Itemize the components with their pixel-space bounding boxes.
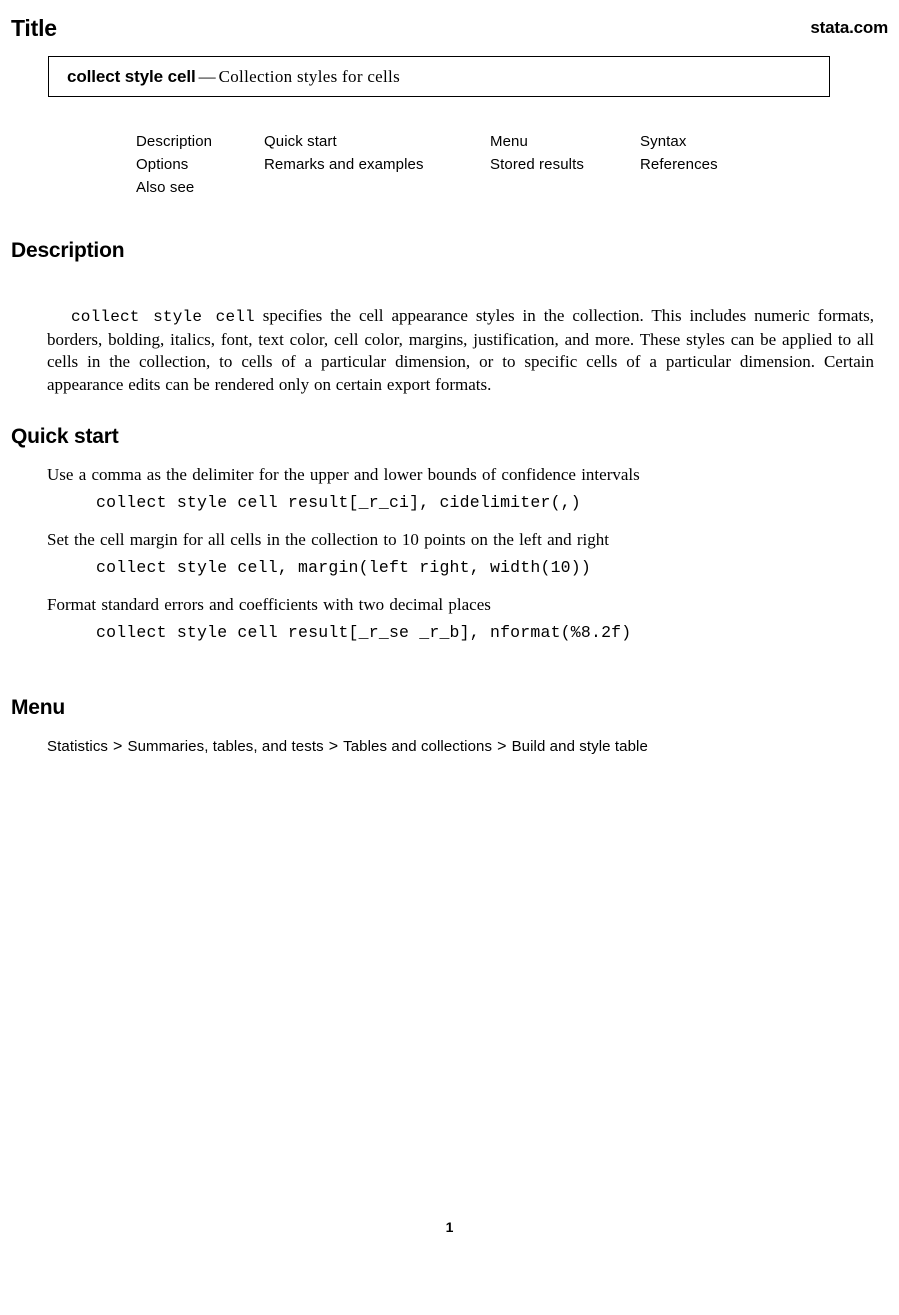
quick-start-item-text: Format standard errors and coefficients … xyxy=(47,595,491,614)
quick-start-item: Set the cell margin for all cells in the… xyxy=(47,529,874,579)
command-dash: — xyxy=(198,66,216,86)
menu-crumb-build-and-style-table[interactable]: Build and style table xyxy=(512,738,648,755)
section-links-column-2: Quick start Remarks and examples xyxy=(264,130,424,176)
link-options[interactable]: Options xyxy=(136,153,212,176)
page-title: Title xyxy=(11,15,57,41)
stata-com-link[interactable]: stata.com xyxy=(810,17,888,39)
description-inline-command: collect style cell xyxy=(71,308,255,326)
command-title-box: collect style cell — Collection styles for… xyxy=(48,56,830,97)
link-description[interactable]: Description xyxy=(136,130,212,153)
command-title-inner: collect style cell — Collection styles for… xyxy=(49,67,400,87)
link-stored-results[interactable]: Stored results xyxy=(490,153,584,176)
menu-crumb-statistics[interactable]: Statistics xyxy=(47,738,108,755)
link-references[interactable]: References xyxy=(640,153,718,176)
link-syntax[interactable]: Syntax xyxy=(640,130,718,153)
section-links-column-1: Description Options Also see xyxy=(136,130,212,199)
quick-start-item: Use a comma as the delimiter for the upp… xyxy=(47,464,874,514)
chevron-right-icon: > xyxy=(497,738,507,755)
quick-start-item-code: collect style cell result[_r_se _r_b], n… xyxy=(96,623,632,642)
menu-crumb-summaries-tables-and-tests[interactable]: Summaries, tables, and tests xyxy=(127,738,323,755)
menu-crumb-tables-and-collections[interactable]: Tables and collections xyxy=(343,738,492,755)
heading-description: Description xyxy=(11,239,125,262)
quick-start-item-text: Set the cell margin for all cells in the… xyxy=(47,530,609,549)
link-menu[interactable]: Menu xyxy=(490,130,584,153)
chevron-right-icon: > xyxy=(113,738,123,755)
quick-start-item-text: Use a comma as the delimiter for the upp… xyxy=(47,465,640,484)
menu-breadcrumb: Statistics > Summaries, tables, and tests >… xyxy=(47,736,648,758)
quick-start-item: Format standard errors and coefficients … xyxy=(47,594,874,644)
quick-start-item-code: collect style cell, margin(left right, w… xyxy=(96,558,591,577)
link-remarks-and-examples[interactable]: Remarks and examples xyxy=(264,153,424,176)
command-description: Collection styles for cells xyxy=(218,66,400,86)
page-header: Title stata.com xyxy=(11,14,888,44)
command-name: collect style cell xyxy=(67,66,196,86)
page-number: 1 xyxy=(445,1219,454,1235)
heading-menu: Menu xyxy=(11,696,66,719)
section-links-column-3: Menu Stored results xyxy=(490,130,584,176)
heading-quick-start: Quick start xyxy=(11,425,119,448)
link-also-see[interactable]: Also see xyxy=(136,176,212,199)
link-quick-start[interactable]: Quick start xyxy=(264,130,424,153)
document-page: Title stata.com collect style cell — Colle… xyxy=(0,0,899,1315)
section-links-column-4: Syntax References xyxy=(640,130,718,176)
quick-start-item-code: collect style cell result[_r_ci], cideli… xyxy=(96,493,581,512)
chevron-right-icon: > xyxy=(328,738,339,755)
description-paragraph: collect style cell specifies the cell ap… xyxy=(47,305,874,396)
